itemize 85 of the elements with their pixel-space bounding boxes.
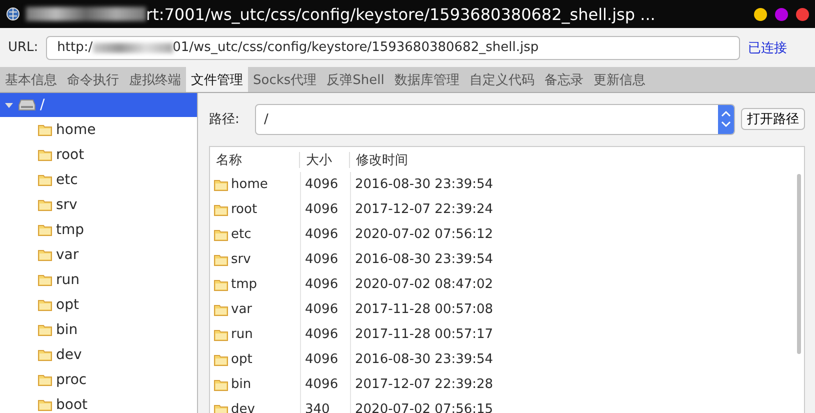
tree-item[interactable]: bin [0,317,197,342]
maximize-button[interactable] [775,8,788,20]
folder-icon [38,274,52,286]
tab[interactable]: 虚拟终端 [124,67,186,92]
tree-item[interactable]: run [0,267,197,292]
table-cell: bin [210,372,300,397]
table-cell: run [210,322,300,347]
table-cell: var [210,297,300,322]
tree-item[interactable]: boot [0,392,197,413]
folder-icon [214,354,228,366]
folder-icon [38,124,52,136]
table-cell: opt [210,347,300,372]
path-field[interactable]: / [255,104,735,134]
tree-item[interactable]: dev [0,342,197,367]
folder-icon [214,204,228,216]
folder-icon [38,348,52,360]
folder-icon [38,298,52,310]
table-cell: dev [210,397,300,413]
tab[interactable]: 更新信息 [588,67,650,92]
folder-icon [214,278,228,290]
tab[interactable]: 基本信息 [0,67,62,92]
folder-icon [38,224,52,236]
url-label: URL: [8,40,38,55]
globe-icon [6,7,20,21]
tree-item[interactable]: opt [0,292,197,317]
table-cell: etc [210,222,300,247]
window-title: rt:7001/ws_utc/css/config/keystore/1593680380682_shell.jsp ... [146,4,656,24]
column-header[interactable]: 修改时间 [350,152,804,168]
table-cell: 4096 [300,322,350,347]
open-path-button[interactable]: 打开路径 [741,108,805,130]
tab[interactable]: 文件管理 [186,67,248,92]
table-cell: 4096 [300,272,350,297]
folder-icon [38,248,52,260]
table-cell: tmp [210,272,300,297]
tree-item[interactable]: etc [0,167,197,192]
folder-icon [38,148,52,160]
table-cell: 2020-07-02 07:56:15 [350,397,804,413]
spinner-icon[interactable] [721,110,731,128]
tab[interactable]: Socks代理 [248,67,322,92]
folder-icon [214,254,228,266]
tree-item[interactable]: var [0,242,197,267]
tree-item[interactable]: home [0,117,197,142]
tab[interactable]: 反弹Shell [322,67,390,92]
folder-icon [38,324,52,336]
tree-item[interactable]: / [0,93,197,117]
folder-icon [214,228,228,240]
folder-icon [214,378,228,390]
close-button[interactable] [796,8,809,20]
table-cell: 2017-12-07 22:39:28 [350,372,804,397]
table-cell: 4096 [300,197,350,222]
table-cell: 340 [300,397,350,413]
folder-icon [214,328,228,340]
table-cell: root [210,197,300,222]
tree-item[interactable]: srv [0,192,197,217]
folder-icon [38,198,52,210]
tab[interactable]: 数据库管理 [389,67,464,92]
tab[interactable]: 命令执行 [62,67,124,92]
table-cell: 4096 [300,172,350,197]
folder-icon [38,374,52,386]
connection-status: 已连接 [748,40,787,56]
folder-icon [38,398,52,410]
column-header[interactable]: 大小 [300,152,350,168]
tree-item[interactable]: tmp [0,217,197,242]
folder-icon [214,304,228,316]
tree-item[interactable]: proc [0,367,197,392]
tab[interactable]: 备忘录 [539,67,588,92]
table-cell: home [210,172,300,197]
folder-icon [214,404,228,413]
scrollbar[interactable] [797,174,801,354]
table-cell: srv [210,247,300,272]
folder-icon [214,178,228,190]
folder-icon [38,174,52,186]
table-cell: 4096 [300,222,350,247]
table-cell: 4096 [300,297,350,322]
table-cell: 4096 [300,372,350,397]
table-cell: 4096 [300,247,350,272]
minimize-button[interactable] [754,8,767,20]
drive-icon [18,99,36,111]
path-label: 路径: [209,111,240,128]
tree-item[interactable]: root [0,142,197,167]
url-field[interactable]: http:/ 01/ws_utc/css/config/keystore/1593680380682_shell.jsp [46,36,740,60]
tab[interactable]: 自定义代码 [464,67,540,92]
column-header[interactable]: 名称 [210,152,300,168]
expand-arrow-icon[interactable] [4,100,14,110]
table-cell: 4096 [300,347,350,372]
